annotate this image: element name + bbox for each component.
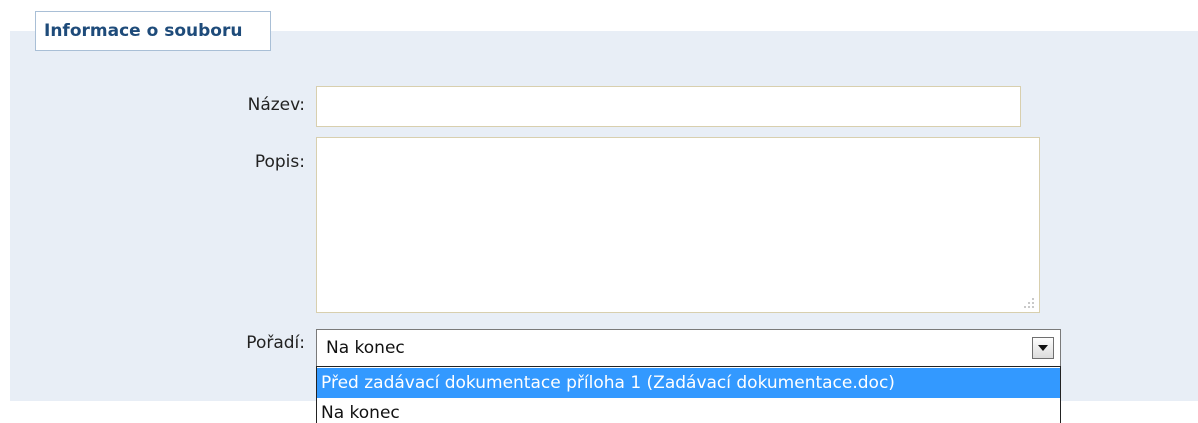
dropdown-arrow-button[interactable]: [1032, 337, 1054, 359]
poradi-selected-value: Na konec: [326, 338, 405, 358]
poradi-label: Pořadí:: [246, 333, 305, 353]
chevron-down-icon: [1038, 345, 1048, 351]
dropdown-option[interactable]: Před zadávací dokumentace příloha 1 (Zad…: [317, 368, 1060, 398]
poradi-select[interactable]: Na konec: [316, 329, 1061, 367]
nazev-input[interactable]: [316, 86, 1021, 127]
dropdown-option[interactable]: Na konec: [317, 398, 1060, 423]
resize-grip-icon[interactable]: [1022, 296, 1036, 310]
poradi-dropdown-list: Před zadávací dokumentace příloha 1 (Zad…: [316, 366, 1061, 423]
popis-textarea[interactable]: [316, 137, 1040, 313]
popis-label: Popis:: [254, 152, 305, 172]
file-info-form: Informace o souboru Název: Popis: Pořadí…: [0, 0, 1198, 423]
nazev-label: Název:: [247, 95, 305, 115]
section-legend: Informace o souboru: [35, 11, 271, 51]
